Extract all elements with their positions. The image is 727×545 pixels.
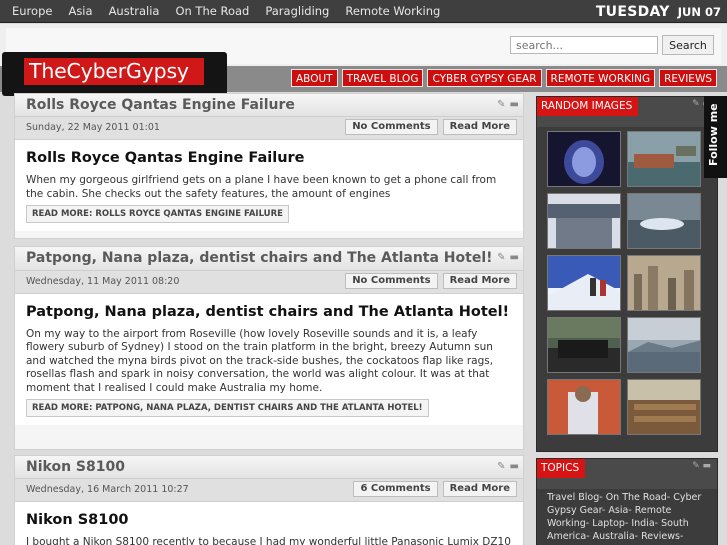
site-header: Search TheCyberGypsy ABOUT TRAVEL BLOG C… — [0, 24, 727, 96]
edit-icon[interactable]: ✎ — [497, 461, 505, 472]
post-title[interactable]: Nikon S8100 — [15, 456, 523, 478]
nav-link-on-the-road[interactable]: On The Road — [167, 0, 257, 23]
post-body: Rolls Royce Qantas Engine Failure When m… — [15, 140, 523, 231]
follow-me-tab[interactable]: Follow me — [704, 96, 727, 178]
main-nav-travel-blog[interactable]: TRAVEL BLOG — [341, 69, 424, 87]
minimize-icon[interactable]: ▬ — [510, 461, 519, 472]
post-date: Wednesday, 16 March 2011 10:27 — [26, 484, 189, 495]
comments-button[interactable]: No Comments — [345, 272, 438, 289]
read-more-button[interactable]: Read More — [442, 119, 517, 135]
edit-icon[interactable]: ✎ — [497, 99, 505, 110]
thumbnail-image[interactable] — [627, 317, 701, 373]
post-card: Patpong, Nana plaza, dentist chairs and … — [14, 246, 524, 450]
main-nav-cyber-gypsy-gear[interactable]: CYBER GYPSY GEAR — [427, 69, 542, 87]
nav-link-paragliding[interactable]: Paragliding — [257, 0, 337, 23]
post-excerpt: When my gorgeous girlfriend gets on a pl… — [26, 174, 497, 200]
post-card: Nikon S8100 ✎ ▬ Wednesday, 16 March 2011… — [14, 455, 524, 545]
topics-widget: TOPICS ✎ ▬ Travel Blog- On The Road- Cyb… — [536, 458, 718, 545]
post-card: Rolls Royce Qantas Engine Failure ✎ ▬ Su… — [14, 93, 524, 239]
search-input[interactable] — [510, 36, 658, 54]
main-nav: ABOUT TRAVEL BLOG CYBER GYPSY GEAR REMOT… — [287, 69, 717, 87]
topics-list[interactable]: Travel Blog- On The Road- Cyber Gypsy Ge… — [537, 489, 717, 543]
thumbnail-image[interactable] — [627, 193, 701, 249]
comments-button[interactable]: 6 Comments — [353, 481, 438, 497]
post-date: Sunday, 22 May 2011 01:01 — [26, 122, 160, 133]
region-nav: Europe Asia Australia On The Road Paragl… — [0, 0, 448, 23]
comments-button[interactable]: No Comments — [345, 119, 438, 135]
post-excerpt: On my way to the airport from Roseville … — [26, 327, 494, 394]
thumbnail-image[interactable] — [547, 255, 621, 311]
search-button[interactable]: Search — [662, 35, 714, 55]
thumbnail-image[interactable] — [547, 131, 621, 187]
thumbnail-image[interactable] — [627, 131, 701, 187]
post-tools: ✎ ▬ — [497, 252, 519, 263]
post-date: Wednesday, 11 May 2011 08:20 — [26, 275, 180, 287]
widget-tools-icon[interactable]: ✎ ▬ — [692, 461, 711, 471]
day-label: TUESDAY — [595, 3, 670, 20]
thumbnail-image[interactable] — [627, 379, 701, 435]
read-more-link[interactable]: READ MORE: ROLLS ROYCE QANTAS ENGINE FAI… — [26, 205, 289, 223]
main-nav-reviews[interactable]: REVIEWS — [659, 69, 717, 87]
minimize-icon[interactable]: ▬ — [510, 99, 519, 110]
post-excerpt: I bought a Nikon S8100 recently to becau… — [26, 536, 511, 545]
follow-me-label[interactable]: Follow me — [707, 103, 720, 166]
widget-header: TOPICS ✎ ▬ — [537, 459, 717, 489]
main-nav-about[interactable]: ABOUT — [291, 69, 338, 87]
post-meta: Wednesday, 11 May 2011 08:20 No Comments… — [15, 269, 523, 294]
thumbnail-image[interactable] — [627, 255, 701, 311]
post-meta: Sunday, 22 May 2011 01:01 No Comments Re… — [15, 116, 523, 140]
date-label: JUN 07 — [677, 4, 721, 19]
nav-link-remote-working[interactable]: Remote Working — [337, 0, 448, 23]
top-bar: Europe Asia Australia On The Road Paragl… — [0, 0, 727, 23]
post-heading[interactable]: Nikon S8100 — [26, 510, 512, 530]
widget-header: RANDOM IMAGES ✎ ▬ — [537, 97, 717, 127]
read-more-button[interactable]: Read More — [442, 481, 517, 497]
random-images-widget: RANDOM IMAGES ✎ ▬ — [536, 96, 718, 452]
post-title[interactable]: Patpong, Nana plaza, dentist chairs and … — [15, 247, 523, 270]
nav-link-asia[interactable]: Asia — [60, 0, 100, 23]
post-tools: ✎ ▬ — [497, 99, 519, 110]
post-heading[interactable]: Rolls Royce Qantas Engine Failure — [26, 148, 512, 168]
main-nav-remote-working[interactable]: REMOTE WORKING — [545, 69, 656, 87]
edit-icon[interactable]: ✎ — [497, 252, 505, 263]
logo-text[interactable]: TheCyberGypsy — [24, 58, 204, 85]
image-grid — [537, 127, 717, 435]
widget-title: TOPICS — [537, 459, 586, 478]
widget-title: RANDOM IMAGES — [537, 97, 639, 116]
post-body: Nikon S8100 I bought a Nikon S8100 recen… — [15, 502, 523, 545]
post-heading[interactable]: Patpong, Nana plaza, dentist chairs and … — [26, 302, 512, 322]
post-title[interactable]: Rolls Royce Qantas Engine Failure — [15, 94, 523, 116]
minimize-icon[interactable]: ▬ — [510, 252, 519, 263]
thumbnail-image[interactable] — [547, 379, 621, 435]
nav-link-europe[interactable]: Europe — [0, 0, 60, 23]
nav-link-australia[interactable]: Australia — [101, 0, 168, 23]
date-display: TUESDAY JUN 07 — [596, 0, 727, 23]
read-more-button[interactable]: Read More — [442, 272, 517, 289]
post-body: Patpong, Nana plaza, dentist chairs and … — [15, 293, 523, 425]
post-tools: ✎ ▬ — [497, 461, 519, 472]
post-meta: Wednesday, 16 March 2011 10:27 6 Comment… — [15, 478, 523, 502]
thumbnail-image[interactable] — [547, 193, 621, 249]
read-more-link[interactable]: READ MORE: PATPONG, NANA PLAZA, DENTIST … — [26, 399, 429, 417]
thumbnail-image[interactable] — [547, 317, 621, 373]
